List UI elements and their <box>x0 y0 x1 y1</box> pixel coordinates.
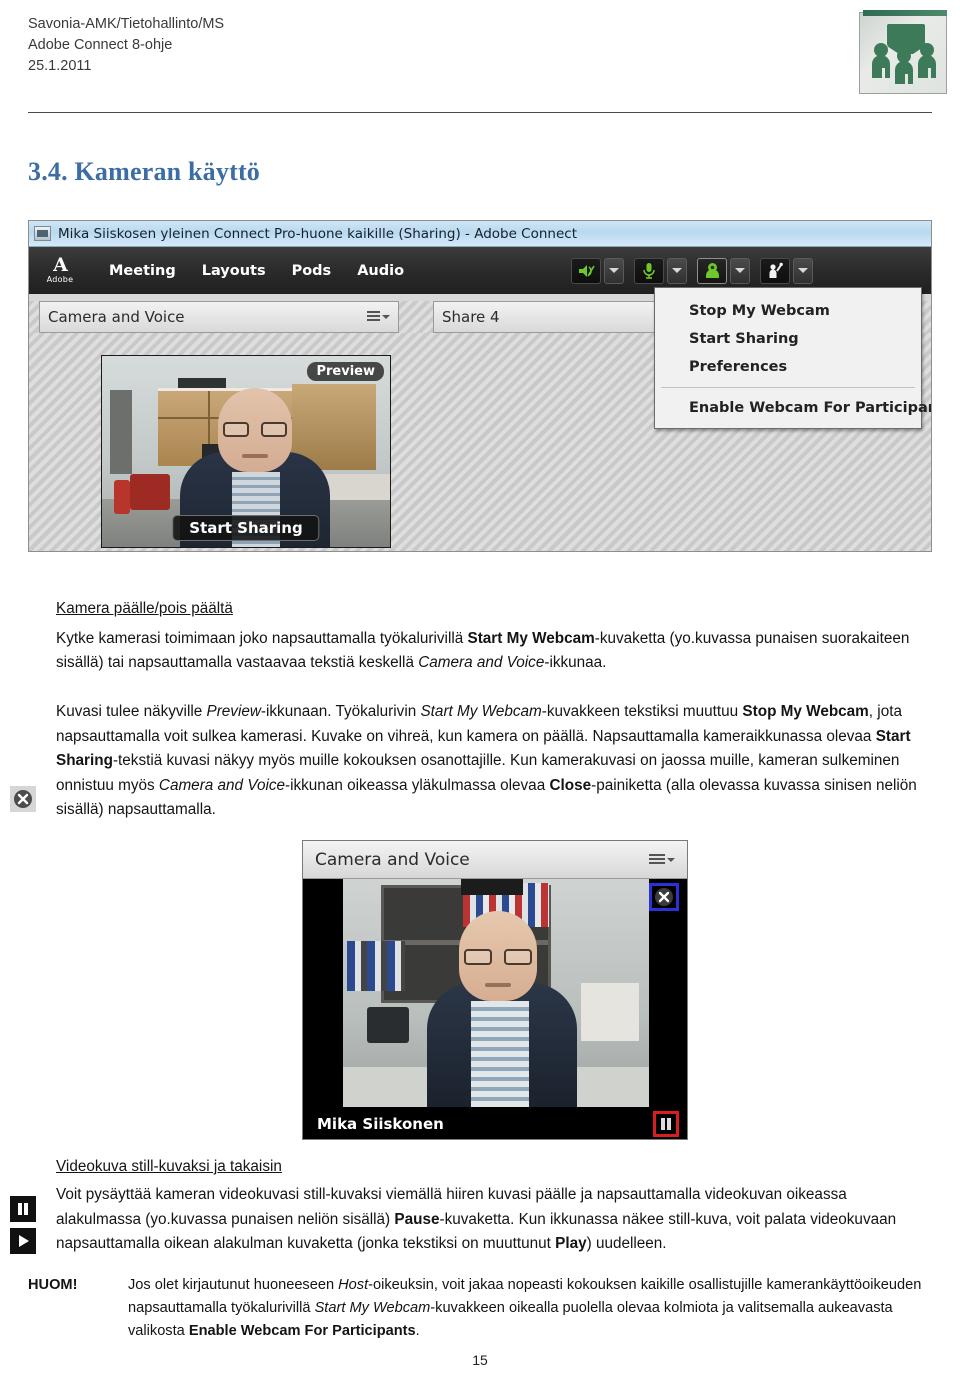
paragraph-3-wrapper: Voit pysäyttää kameran videokuvasi still… <box>56 1183 934 1257</box>
screenshot-camera-and-voice-pod: Camera and Voice Mika Siiskonen <box>302 840 688 1140</box>
paragraph-1: Kytke kamerasi toimimaan joko napsauttam… <box>56 627 934 676</box>
p1-bold-start-my-webcam: Start My Webcam <box>467 629 595 647</box>
note-italic-start-my-webcam: Start My Webcam <box>314 1300 431 1316</box>
webcam-control-group <box>697 257 750 284</box>
note-text-g: . <box>415 1323 420 1339</box>
adobe-wordmark: Adobe <box>46 275 74 284</box>
menu-item-stop-my-webcam[interactable]: Stop My Webcam <box>655 297 921 325</box>
p1-text-e: -ikkunaa. <box>544 654 607 671</box>
pod-menu-icon[interactable] <box>367 311 390 323</box>
menu-item-enable-webcam-for-participants[interactable]: Enable Webcam For Participants <box>655 394 931 422</box>
paragraph-2: Kuvasi tulee näkyville Preview-ikkunaan.… <box>56 700 934 823</box>
pod-menu-icon[interactable] <box>649 853 675 866</box>
header-text-block: Savonia-AMK/Tietohallinto/MS Adobe Conne… <box>28 14 224 77</box>
p3-bold-pause: Pause <box>394 1210 440 1228</box>
close-icon <box>655 888 673 906</box>
note-text-a: Jos olet kirjautunut huoneeseen <box>128 1277 339 1293</box>
speaker-muted-icon[interactable] <box>571 257 601 284</box>
menu-item-audio[interactable]: Audio <box>357 263 404 279</box>
speaker-dropdown-arrow[interactable] <box>604 257 624 284</box>
header-line-1: Savonia-AMK/Tietohallinto/MS <box>28 16 225 32</box>
microphone-dropdown-arrow[interactable] <box>667 257 687 284</box>
menu-item-meeting[interactable]: Meeting <box>109 263 176 279</box>
note-bold-enable-webcam: Enable Webcam For Participants <box>188 1323 416 1339</box>
p3-text-e: ) uudelleen. <box>586 1235 667 1252</box>
video-area[interactable]: Mika Siiskonen <box>303 879 687 1139</box>
p2-text-k: -ikkunan oikeassa yläkulmassa olevaa <box>285 776 550 794</box>
p2-text-a: Kuvasi tulee näkyville <box>56 703 207 720</box>
note-italic-host: Host <box>338 1277 369 1293</box>
meeting-people-icon <box>855 8 947 94</box>
pod-header-camera-and-voice[interactable]: Camera and Voice <box>39 301 399 333</box>
p2-bold-stop-my-webcam: Stop My Webcam <box>742 703 869 720</box>
webcam-dropdown-menu: Stop My Webcam Start Sharing Preferences… <box>654 287 931 429</box>
p2-bold-close: Close <box>549 776 592 794</box>
subheading-wrapper-2: Videokuva still-kuvaksi ja takaisin <box>56 1155 934 1180</box>
section-kamera-paalle-pois: Kamera päälle/pois päältä Kytke kamerasi… <box>56 597 934 676</box>
menu-item-pods[interactable]: Pods <box>292 263 332 279</box>
p1-italic-camera-and-voice: Camera and Voice <box>418 654 545 671</box>
raise-hand-control-group <box>760 257 813 284</box>
page-header: Savonia-AMK/Tietohallinto/MS Adobe Conne… <box>0 0 960 128</box>
pause-button-highlight[interactable] <box>653 1111 679 1137</box>
menu-item-preferences[interactable]: Preferences <box>655 353 921 381</box>
page-title: 3.4. Kameran käyttö <box>28 157 260 186</box>
paragraph-3: Voit pysäyttää kameran videokuvasi still… <box>56 1183 934 1257</box>
pod-header[interactable]: Camera and Voice <box>303 841 687 879</box>
video-frame <box>343 879 649 1107</box>
webcam-dropdown-arrow[interactable] <box>730 257 750 284</box>
menu-items: Meeting Layouts Pods Audio <box>109 263 404 279</box>
paragraph-2-wrapper: Kuvasi tulee näkyville Preview-ikkunaan.… <box>56 700 934 823</box>
menu-divider <box>661 387 915 388</box>
pod-title: Share 4 <box>442 308 500 326</box>
p2-italic-start-my-webcam: Start My Webcam <box>420 703 542 720</box>
header-line-2: Adobe Connect 8-ohje <box>28 37 173 53</box>
participant-name: Mika Siiskonen <box>317 1115 444 1133</box>
window-title: Mika Siiskosen yleinen Connect Pro-huone… <box>58 225 578 242</box>
screenshot-adobe-connect-window: Mika Siiskosen yleinen Connect Pro-huone… <box>28 220 932 552</box>
note-text: Jos olet kirjautunut huoneeseen Host-oik… <box>128 1274 934 1343</box>
menu-item-layouts[interactable]: Layouts <box>202 263 266 279</box>
start-sharing-button[interactable]: Start Sharing <box>172 515 320 541</box>
p2-italic-preview: Preview <box>206 703 261 720</box>
p1-text-a: Kytke kamerasi toimimaan joko napsauttam… <box>56 629 468 647</box>
p2-text-c: -ikkunaan. Työkalurivin <box>260 703 421 720</box>
meeting-toolbar <box>571 257 813 284</box>
menu-item-start-sharing[interactable]: Start Sharing <box>655 325 921 353</box>
play-icon <box>10 1228 36 1254</box>
note-block: HUOM! Jos olet kirjautunut huoneeseen Ho… <box>28 1274 934 1343</box>
pause-icon <box>10 1196 36 1222</box>
window-titlebar: Mika Siiskosen yleinen Connect Pro-huone… <box>29 221 931 247</box>
pod-title: Camera and Voice <box>48 308 185 326</box>
speaker-control-group <box>571 257 624 284</box>
video-name-bar: Mika Siiskonen <box>303 1107 687 1139</box>
pod-title: Camera and Voice <box>315 849 470 870</box>
pod-header-share-4[interactable]: Share 4 <box>433 301 683 333</box>
pause-icon <box>661 1118 671 1130</box>
window-app-icon <box>34 226 51 241</box>
subheading-kamera-paalle: Kamera päälle/pois päältä <box>56 600 233 617</box>
close-icon <box>10 786 36 812</box>
header-divider <box>28 112 932 113</box>
microphone-icon[interactable] <box>634 257 664 284</box>
adobe-logo-icon: A Adobe <box>37 256 83 285</box>
close-button-highlight[interactable] <box>649 883 679 911</box>
adobe-mark: A <box>53 254 68 276</box>
p3-bold-play: Play <box>555 1235 587 1252</box>
subheading-videokuva-still: Videokuva still-kuvaksi ja takaisin <box>56 1158 282 1175</box>
p2-italic-camera-and-voice: Camera and Voice <box>158 776 286 794</box>
preview-badge: Preview <box>307 362 384 381</box>
page-number: 15 <box>472 1352 488 1368</box>
raise-hand-dropdown-arrow[interactable] <box>793 257 813 284</box>
note-label: HUOM! <box>28 1277 78 1293</box>
header-line-3: 25.1.2011 <box>28 58 92 74</box>
microphone-control-group <box>634 257 687 284</box>
webcam-icon[interactable] <box>697 257 727 284</box>
p2-text-e: -kuvakkeen tekstiksi muuttuu <box>541 703 743 720</box>
webcam-preview[interactable]: Preview Start Sharing <box>101 355 391 548</box>
raise-hand-icon[interactable] <box>760 257 790 284</box>
